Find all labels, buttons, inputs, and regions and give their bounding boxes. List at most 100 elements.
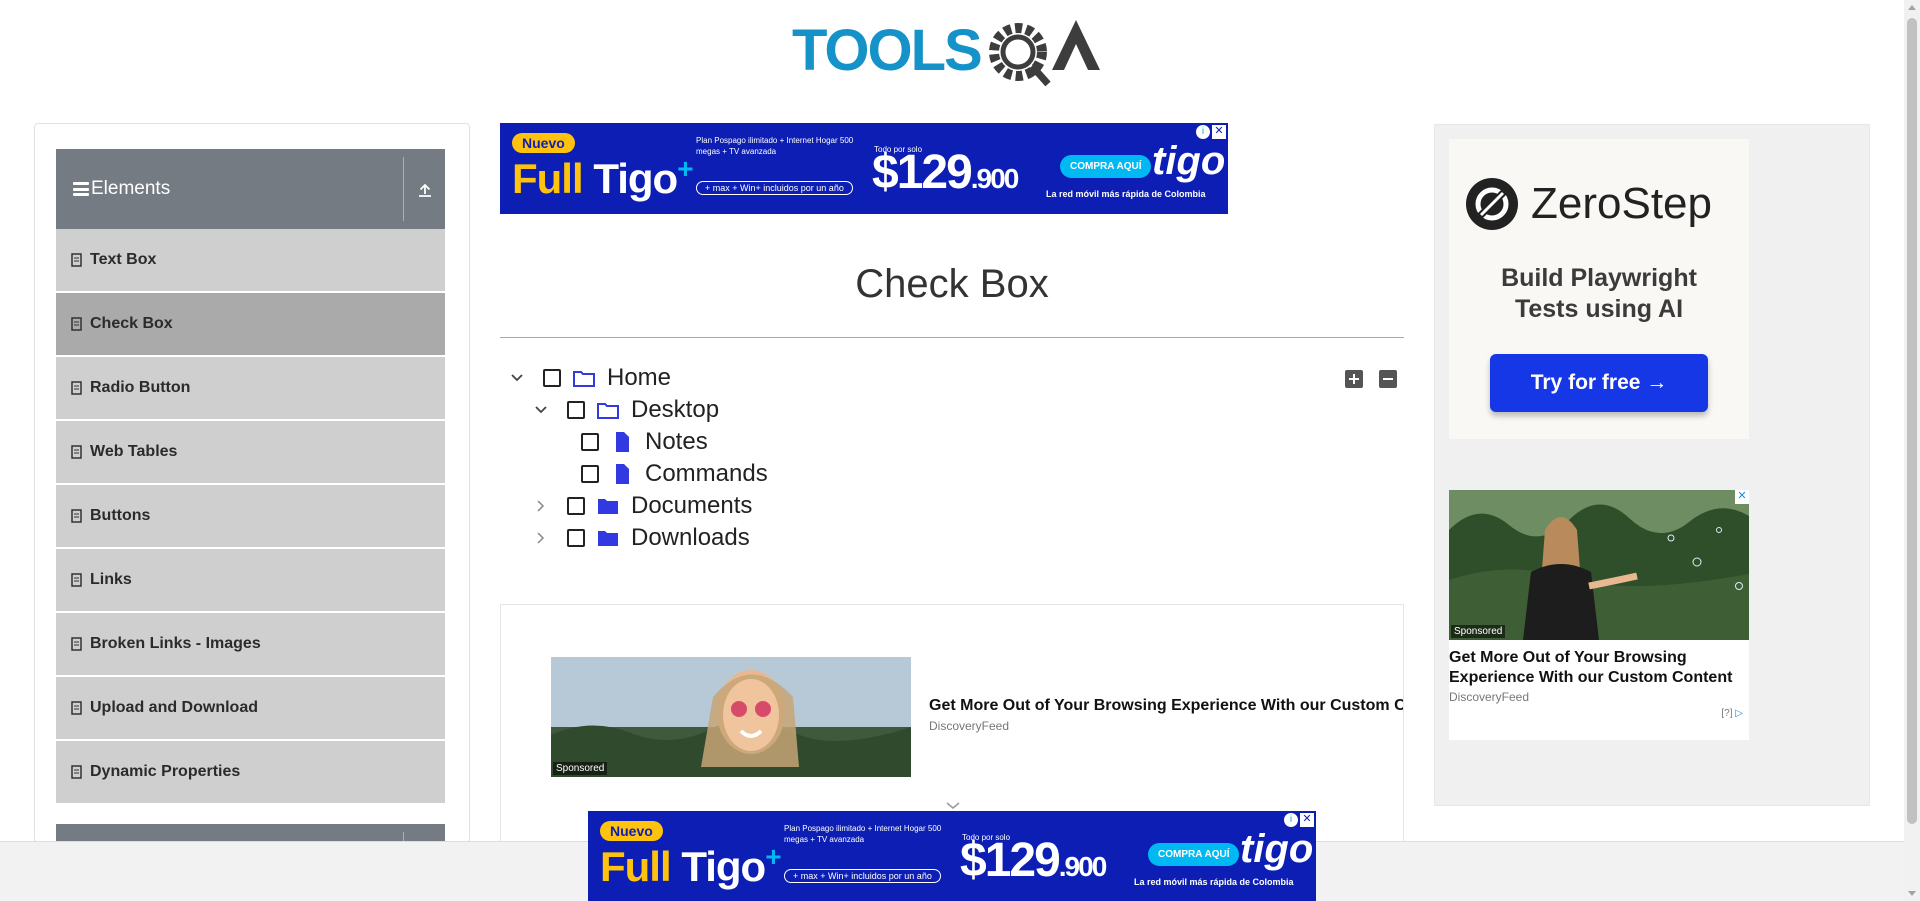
tree-label-desktop[interactable]: Desktop [631,396,719,424]
tree-node-commands: Commands [581,458,768,490]
tree-label-notes[interactable]: Notes [645,428,708,456]
ad-headline: Full Tigo+ [600,841,782,891]
ad-headline-b: Tigo [593,155,678,202]
document-icon [71,445,82,459]
sidebar-item-broken-links[interactable]: Broken Links - Images [56,613,445,677]
ad-info-icon[interactable]: i [1284,813,1298,827]
ad-close-icon[interactable]: ✕ [1300,813,1314,827]
collapse-up-icon[interactable] [412,179,438,205]
toolsqa-logo[interactable]: TOOLS [790,14,1116,90]
ad-extras: + max + Win+ incluidos por un año [784,869,941,883]
checkbox-tree: Home Desktop Notes Commands Documents Do… [500,362,1404,562]
discoveryfeed-title[interactable]: Get More Out of Your Browsing Experience… [1449,648,1749,688]
ad-info-icon[interactable]: i [1196,125,1210,139]
checkbox-downloads[interactable] [567,529,585,547]
checkbox-home[interactable] [543,369,561,387]
tree-node-downloads: Downloads [533,522,750,554]
adchoices-label: [?] [1721,708,1733,719]
tree-label-downloads[interactable]: Downloads [631,524,750,552]
checkbox-commands[interactable] [581,465,599,483]
adchoices-icon[interactable]: [?] ▷ [1721,708,1743,719]
tigo-ad-banner-top[interactable]: Nuevo Full Tigo+ Plan Pospago ilimitado … [500,123,1228,214]
ad-price: $129.900 [872,145,1019,200]
sidebar-item-web-tables[interactable]: Web Tables [56,421,445,485]
chevron-down-icon[interactable] [509,370,525,386]
svg-text:TOOLS: TOOLS [792,18,981,83]
checkbox-documents[interactable] [567,497,585,515]
ad-headline-a: Full [512,155,594,202]
sponsored-image [551,657,911,777]
ad-close-icon[interactable]: ✕ [1212,125,1226,139]
title-divider [500,337,1404,338]
checkbox-notes[interactable] [581,433,599,451]
sidebar-item-links[interactable]: Links [56,549,445,613]
collapse-all-button[interactable] [1379,370,1397,388]
sponsored-feed-card[interactable]: Sponsored Get More Out of Your Browsing … [500,604,1404,844]
elements-group-header[interactable]: Elements [56,149,445,229]
folder-open-icon [597,403,619,419]
ad-tagline: La red móvil más rápida de Colombia [1046,189,1206,199]
sidebar-item-buttons[interactable]: Buttons [56,485,445,549]
folder-open-icon [573,371,595,387]
discoveryfeed-ad[interactable]: Sponsored ✕ Get More Out of Your Browsin… [1449,490,1749,740]
elements-group-title: Elements [91,178,171,199]
document-icon [71,701,82,715]
chevron-down-icon[interactable] [533,402,549,418]
file-icon [616,464,629,484]
ad-close-icon[interactable]: ✕ [1735,490,1749,504]
document-icon [71,637,82,651]
document-icon [71,317,82,331]
sponsored-label: Sponsored [553,762,608,775]
ad-brand-logo: tigo [1240,827,1314,871]
ad-cta-button[interactable]: COMPRA AQUÍ [1060,155,1152,178]
ad-plus: + [765,841,781,872]
ad-cta-button[interactable]: COMPRA AQUÍ [1148,843,1240,866]
ad-price-main: $129 [872,146,973,199]
scrollbar-thumb[interactable] [1907,18,1917,824]
sidebar-item-label: Check Box [90,315,173,332]
ad-brand-logo: tigo [1152,139,1226,183]
tree-label-documents[interactable]: Documents [631,492,752,520]
sidebar-item-radio-button[interactable]: Radio Button [56,357,445,421]
sidebar-item-dynamic-properties[interactable]: Dynamic Properties [56,741,445,805]
zerostep-ad[interactable]: ZeroStep Build Playwright Tests using AI… [1449,139,1749,439]
chevron-down-icon[interactable] [945,801,961,811]
header-divider [403,157,404,221]
page-scrollbar[interactable] [1904,0,1920,901]
document-icon [71,573,82,587]
discoveryfeed-image [1449,490,1749,640]
expand-all-button[interactable] [1345,370,1363,388]
sidebar-item-label: Broken Links - Images [90,635,261,652]
ad-features: Plan Pospago ilimitado + Internet Hogar … [696,136,854,156]
sidebar-item-check-box[interactable]: Check Box [56,293,445,357]
page-title: Check Box [855,262,1049,306]
folder-icon [598,499,618,514]
tree-node-desktop: Desktop [533,394,719,426]
tree-node-home: Home [509,362,671,394]
elements-menu: Text Box Check Box Radio Button Web Tabl… [56,229,445,805]
tree-node-notes: Notes [581,426,708,458]
sponsored-label: Sponsored [1451,625,1506,638]
ad-price-cents: .900 [1058,851,1107,882]
left-panel: Elements Text Box Check Box Radio Button… [34,123,470,843]
tree-node-documents: Documents [533,490,752,522]
sidebar-item-text-box[interactable]: Text Box [56,229,445,293]
tree-label-home[interactable]: Home [607,364,671,392]
zerostep-copy-line2: Tests using AI [1514,295,1684,323]
chevron-right-icon[interactable] [533,530,549,546]
sponsored-title[interactable]: Get More Out of Your Browsing Experience… [929,697,1403,715]
sidebar-item-label: Buttons [90,507,151,524]
scroll-up-icon[interactable] [1908,5,1916,10]
document-icon [71,765,82,779]
chevron-right-icon[interactable] [533,498,549,514]
tree-label-commands[interactable]: Commands [645,460,768,488]
sidebar-item-upload-download[interactable]: Upload and Download [56,677,445,741]
sidebar-item-label: Text Box [90,251,157,268]
try-for-free-button[interactable]: Try for free → [1490,354,1708,412]
scroll-down-icon[interactable] [1908,891,1916,896]
discoveryfeed-source: DiscoveryFeed [1449,690,1530,704]
ad-features: Plan Pospago ilimitado + Internet Hogar … [784,824,942,844]
tigo-ad-banner-bottom[interactable]: Nuevo Full Tigo+ Plan Pospago ilimitado … [588,811,1316,901]
zerostep-copy-line1: Build Playwright [1501,264,1697,292]
checkbox-desktop[interactable] [567,401,585,419]
